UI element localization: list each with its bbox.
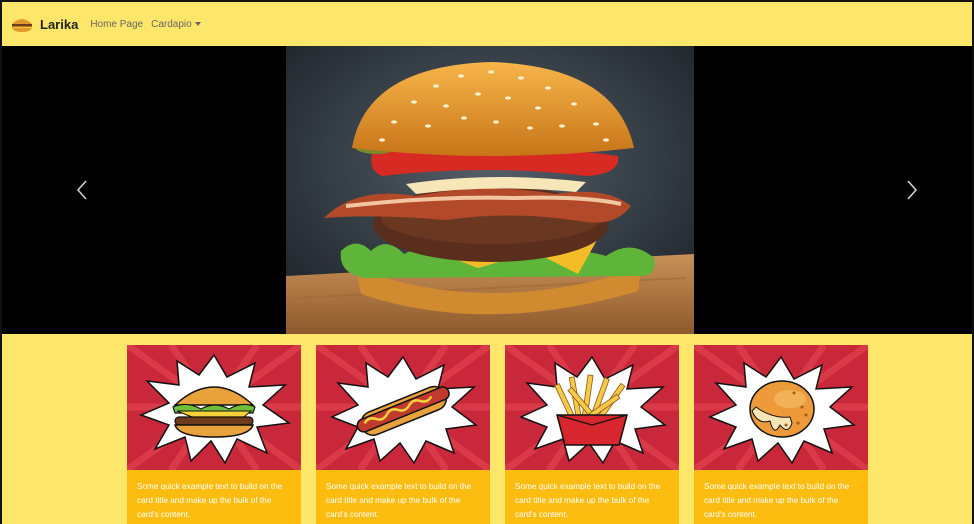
product-cards: Some quick example text to build on the … [120, 345, 868, 524]
card-body: Some quick example text to build on the … [694, 470, 868, 524]
card-body: Some quick example text to build on the … [316, 470, 490, 524]
nav-links: Home Page Cardapio [90, 19, 208, 30]
navbar: Larika Home Page Cardapio [2, 2, 972, 46]
carousel-next-button[interactable] [852, 46, 972, 334]
page: Larika Home Page Cardapio Some quick exa… [0, 0, 974, 524]
brand[interactable]: Larika [10, 15, 78, 33]
product-card[interactable]: Some quick example text to build on the … [694, 345, 868, 524]
card-text: Some quick example text to build on the … [137, 482, 283, 519]
nav-link-home[interactable]: Home Page [90, 19, 143, 30]
nav-dropdown-cardapio[interactable]: Cardapio [151, 19, 201, 30]
burger-logo-icon [11, 19, 33, 32]
coxinha-icon [694, 345, 868, 470]
caret-down-icon [194, 21, 201, 26]
product-card[interactable]: Some quick example text to build on the … [505, 345, 679, 524]
burger-icon [127, 345, 301, 470]
hero-carousel [2, 46, 972, 334]
chevron-left-icon [76, 180, 87, 200]
product-card[interactable]: Some quick example text to build on the … [316, 345, 490, 524]
chevron-right-icon [907, 180, 918, 200]
card-body: Some quick example text to build on the … [127, 470, 301, 524]
card-text: Some quick example text to build on the … [704, 482, 850, 519]
product-card[interactable]: Some quick example text to build on the … [127, 345, 301, 524]
brand-name: Larika [40, 16, 79, 32]
burger-photo [286, 46, 694, 334]
card-text: Some quick example text to build on the … [326, 482, 472, 519]
carousel-prev-button[interactable] [22, 46, 142, 334]
hotdog-icon [316, 345, 490, 470]
nav-dropdown-label: Cardapio [151, 18, 192, 30]
fries-icon [505, 345, 679, 470]
card-body: Some quick example text to build on the … [505, 470, 679, 524]
card-text: Some quick example text to build on the … [515, 482, 661, 519]
